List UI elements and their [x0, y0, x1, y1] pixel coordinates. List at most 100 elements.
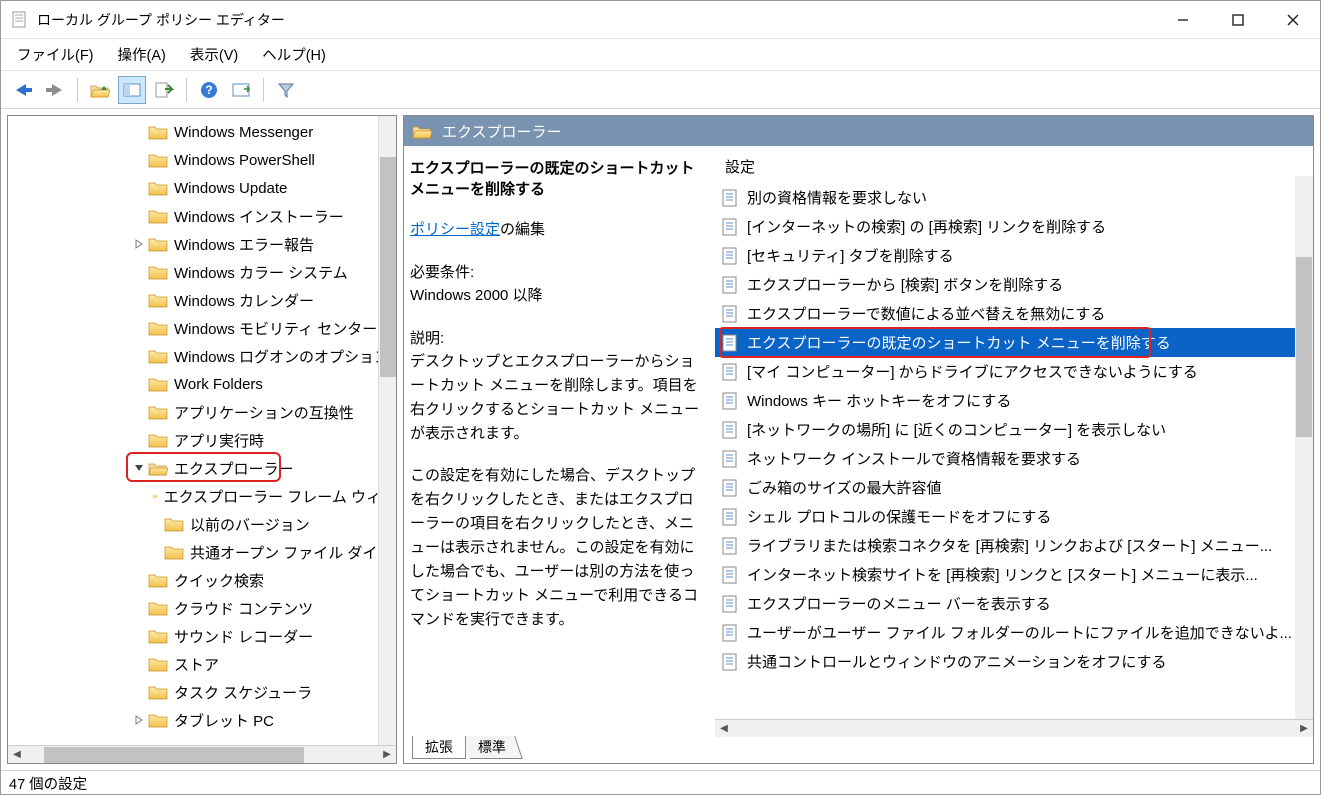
- show-tree-button[interactable]: [118, 76, 146, 104]
- tree-item[interactable]: サウンド レコーダー: [14, 622, 396, 650]
- folder-up-button[interactable]: [86, 76, 114, 104]
- description-header: 説明:: [410, 327, 704, 348]
- tree-item[interactable]: Windows エラー報告: [14, 230, 396, 258]
- setting-row[interactable]: [セキュリティ] タブを削除する: [715, 241, 1313, 270]
- setting-row[interactable]: [マイ コンピューター] からドライブにアクセスできないようにする: [715, 357, 1313, 386]
- folder-icon: [164, 515, 184, 533]
- tree-expander-icon: [132, 321, 146, 335]
- statusbar: 47 個の設定: [1, 770, 1320, 794]
- folder-icon: [148, 627, 168, 645]
- tree-item-label: クイック検索: [174, 570, 264, 591]
- tree-item[interactable]: 以前のバージョン: [14, 510, 396, 538]
- tree-item-label: ストア: [174, 654, 219, 675]
- menu-action[interactable]: 操作(A): [106, 40, 178, 69]
- setting-row[interactable]: ネットワーク インストールで資格情報を要求する: [715, 444, 1313, 473]
- policy-icon: [721, 595, 739, 613]
- description-text: デスクトップとエクスプローラーからショートカット メニューを削除します。項目を右…: [410, 350, 704, 446]
- tree-item[interactable]: Windows PowerShell: [14, 146, 396, 174]
- maximize-button[interactable]: [1210, 1, 1265, 38]
- policy-icon: [721, 537, 739, 555]
- tree-item-label: Windows エラー報告: [174, 234, 314, 255]
- tree-expander-icon[interactable]: [132, 461, 146, 475]
- setting-row[interactable]: ライブラリまたは検索コネクタを [再検索] リンクおよび [スタート] メニュー…: [715, 531, 1313, 560]
- tree-expander-icon: [132, 181, 146, 195]
- details-header-title: エクスプローラー: [442, 121, 562, 142]
- policy-detail: エクスプローラーの既定のショートカット メニューを削除する ポリシー設定の編集 …: [404, 146, 714, 737]
- close-button[interactable]: [1265, 1, 1320, 38]
- setting-row[interactable]: 別の資格情報を要求しない: [715, 183, 1313, 212]
- tree-item[interactable]: エクスプローラー フレーム ウィン: [14, 482, 396, 510]
- setting-row[interactable]: Windows キー ホットキーをオフにする: [715, 386, 1313, 415]
- svg-text:?: ?: [205, 83, 212, 97]
- setting-row[interactable]: エクスプローラーから [検索] ボタンを削除する: [715, 270, 1313, 299]
- setting-row[interactable]: ユーザーがユーザー ファイル フォルダーのルートにファイルを追加できないよ...: [715, 618, 1313, 647]
- tree-item[interactable]: Windows モビリティ センター: [14, 314, 396, 342]
- tree-item-label: Windows モビリティ センター: [174, 318, 377, 339]
- policy-icon: [721, 392, 739, 410]
- tree-item[interactable]: クラウド コンテンツ: [14, 594, 396, 622]
- tree-item[interactable]: Windows カレンダー: [14, 286, 396, 314]
- tree-item[interactable]: Work Folders: [14, 370, 396, 398]
- tree-item[interactable]: タブレット PC: [14, 706, 396, 734]
- properties-button[interactable]: [227, 76, 255, 104]
- tree-expander-icon[interactable]: [132, 713, 146, 727]
- filter-button[interactable]: [272, 76, 300, 104]
- menu-help[interactable]: ヘルプ(H): [250, 40, 338, 69]
- tree-item[interactable]: ストア: [14, 650, 396, 678]
- setting-row[interactable]: エクスプローラーのメニュー バーを表示する: [715, 589, 1313, 618]
- edit-policy-suffix: の編集: [500, 221, 545, 238]
- policy-icon: [721, 305, 739, 323]
- tree-item[interactable]: クイック検索: [14, 566, 396, 594]
- forward-button[interactable]: [41, 76, 69, 104]
- tree-item[interactable]: Windows カラー システム: [14, 258, 396, 286]
- settings-horizontal-scrollbar[interactable]: ◀▶: [715, 719, 1313, 737]
- tree-item[interactable]: Windows インストーラー: [14, 202, 396, 230]
- policy-icon: [721, 189, 739, 207]
- tree-item[interactable]: Windows ログオンのオプション: [14, 342, 396, 370]
- main: Windows MessengerWindows PowerShellWindo…: [1, 109, 1320, 770]
- toolbar: ?: [1, 71, 1320, 109]
- setting-row[interactable]: ごみ箱のサイズの最大許容値: [715, 473, 1313, 502]
- back-button[interactable]: [9, 76, 37, 104]
- tree-expander-icon[interactable]: [132, 237, 146, 251]
- setting-row[interactable]: エクスプローラーで数値による並べ替えを無効にする: [715, 299, 1313, 328]
- tree-expander-icon: [148, 545, 162, 559]
- setting-row[interactable]: インターネット検索サイトを [再検索] リンクと [スタート] メニューに表示.…: [715, 560, 1313, 589]
- setting-row[interactable]: エクスプローラーの既定のショートカット メニューを削除する: [715, 328, 1313, 357]
- export-button[interactable]: [150, 76, 178, 104]
- tree-horizontal-scrollbar[interactable]: ◀▶: [8, 745, 396, 763]
- policy-icon: [721, 218, 739, 236]
- tree-item[interactable]: 共通オープン ファイル ダイア: [14, 538, 396, 566]
- tree-vertical-scrollbar[interactable]: [378, 116, 396, 745]
- setting-row[interactable]: 共通コントロールとウィンドウのアニメーションをオフにする: [715, 647, 1313, 676]
- setting-row[interactable]: [ネットワークの場所] に [近くのコンピューター] を表示しない: [715, 415, 1313, 444]
- tree-item[interactable]: Windows Messenger: [14, 118, 396, 146]
- menu-view[interactable]: 表示(V): [178, 40, 250, 69]
- tree-expander-icon: [148, 489, 151, 503]
- tab-standard[interactable]: 標準: [462, 736, 522, 759]
- policy-icon: [721, 450, 739, 468]
- folder-icon: [148, 711, 168, 729]
- window-title: ローカル グループ ポリシー エディター: [37, 10, 1155, 30]
- tree-expander-icon: [132, 601, 146, 615]
- policy-icon: [721, 276, 739, 294]
- help-button[interactable]: ?: [195, 76, 223, 104]
- tree-item[interactable]: タスク スケジューラ: [14, 678, 396, 706]
- edit-policy-link[interactable]: ポリシー設定: [410, 221, 500, 238]
- policy-icon: [721, 363, 739, 381]
- window: ローカル グループ ポリシー エディター ファイル(F) 操作(A) 表示(V)…: [0, 0, 1321, 795]
- tree-expander-icon: [132, 657, 146, 671]
- tree-item[interactable]: エクスプローラー: [14, 454, 396, 482]
- folder-icon: [148, 599, 168, 617]
- menu-file[interactable]: ファイル(F): [5, 40, 106, 69]
- settings-vertical-scrollbar[interactable]: [1295, 176, 1313, 719]
- tree-item-label: アプリ実行時: [174, 430, 264, 451]
- setting-row[interactable]: シェル プロトコルの保護モードをオフにする: [715, 502, 1313, 531]
- tree-item[interactable]: Windows Update: [14, 174, 396, 202]
- setting-row[interactable]: [インターネットの検索] の [再検索] リンクを削除する: [715, 212, 1313, 241]
- tab-extended[interactable]: 拡張: [412, 736, 466, 759]
- tree-item[interactable]: アプリケーションの互換性: [14, 398, 396, 426]
- minimize-button[interactable]: [1155, 1, 1210, 38]
- setting-label: エクスプローラーで数値による並べ替えを無効にする: [747, 303, 1105, 324]
- tree-item[interactable]: アプリ実行時: [14, 426, 396, 454]
